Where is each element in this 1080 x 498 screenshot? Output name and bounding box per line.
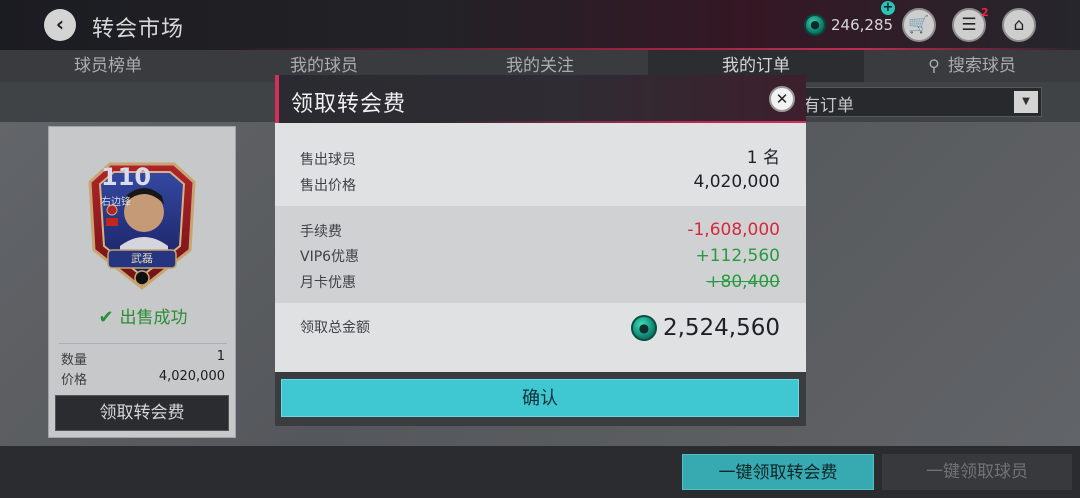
total-value: 2,524,560	[662, 315, 780, 341]
total-section: 领取总金额 ● 2,524,560	[275, 303, 806, 372]
dialog-title: 领取转会费	[291, 92, 407, 117]
monthly-card-label: 月卡优惠	[300, 275, 356, 291]
fee-breakdown-section: 手续费 -1,608,000 VIP6优惠 +112,560 月卡优惠 +80,…	[275, 206, 806, 303]
vip-discount-value: +112,560	[695, 246, 780, 266]
sale-summary-section: 售出球员 1 名 售出价格 4,020,000	[275, 123, 806, 206]
sold-price-label: 售出价格	[300, 178, 356, 194]
vip-discount-label: VIP6优惠	[300, 249, 360, 265]
dialog-header: 领取转会费 ✕	[275, 75, 806, 123]
coin-icon: ●	[630, 315, 657, 341]
monthly-card-value: +80,400	[706, 272, 780, 292]
sold-price-value: 4,020,000	[693, 172, 780, 192]
sold-players-value: 1 名	[746, 148, 780, 168]
confirm-button[interactable]: 确认	[281, 379, 799, 417]
fee-value: -1,608,000	[687, 220, 780, 240]
collect-fee-dialog: 领取转会费 ✕ 售出球员 1 名 售出价格 4,020,000 手续费 -1,6…	[275, 75, 806, 426]
sold-players-label: 售出球员	[300, 152, 356, 168]
total-label: 领取总金额	[300, 320, 370, 336]
close-icon[interactable]: ✕	[769, 86, 795, 112]
total-amount: ● 2,524,560	[630, 315, 780, 341]
fee-label: 手续费	[300, 224, 342, 240]
